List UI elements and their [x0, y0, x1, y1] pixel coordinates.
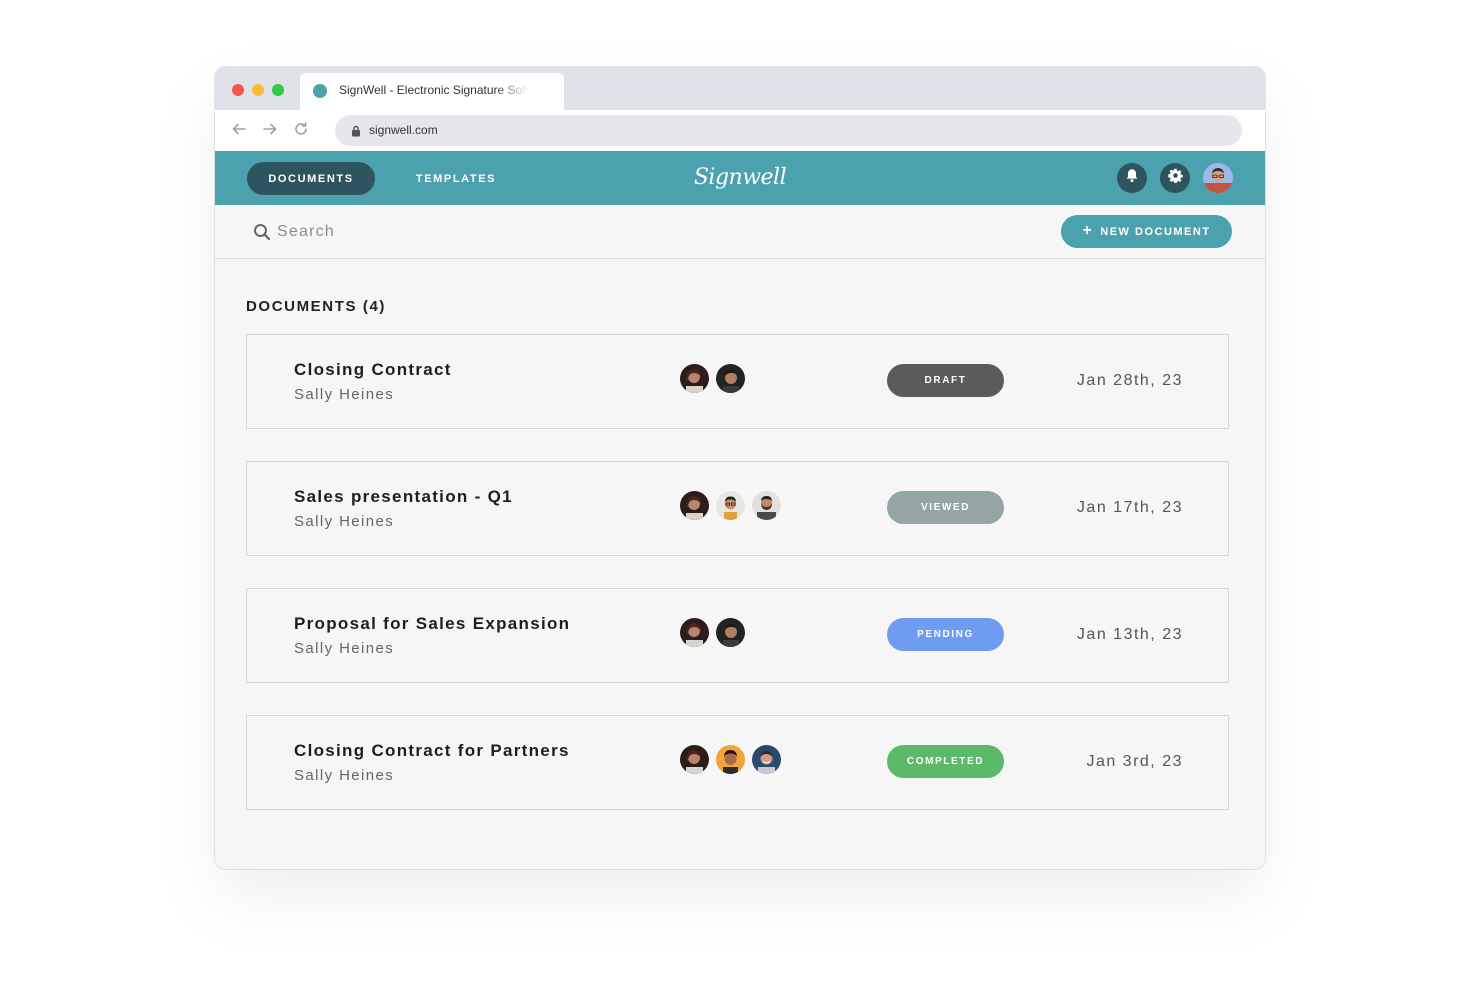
- signer-avatar: [680, 618, 709, 647]
- nav-templates-button[interactable]: TEMPLATES: [401, 162, 511, 195]
- tab-strip: SignWell - Electronic Signature Software: [215, 67, 1265, 110]
- reload-icon[interactable]: [290, 118, 312, 140]
- signwell-logo[interactable]: Signwell: [690, 160, 790, 194]
- signer-avatar: [716, 618, 745, 647]
- document-owner: Sally Heines: [294, 767, 395, 784]
- signer-avatar: [680, 745, 709, 774]
- forward-arrow-icon[interactable]: [259, 118, 281, 140]
- close-window-button[interactable]: [232, 84, 244, 96]
- favicon-icon: [313, 84, 327, 98]
- notifications-button[interactable]: [1117, 163, 1147, 193]
- address-bar: signwell.com: [215, 110, 1265, 151]
- signer-avatar: [680, 364, 709, 393]
- document-name: Closing Contract: [294, 360, 452, 379]
- url-text: signwell.com: [369, 123, 438, 137]
- gear-icon: [1167, 168, 1183, 188]
- signer-avatar: [752, 745, 781, 774]
- back-arrow-icon[interactable]: [228, 118, 250, 140]
- new-document-label: NEW DOCUMENT: [1100, 225, 1211, 238]
- lock-icon: [351, 124, 361, 142]
- status-badge: DRAFT: [887, 364, 1004, 397]
- bell-icon: [1125, 168, 1139, 188]
- documents-heading: DOCUMENTS (4): [246, 298, 386, 315]
- document-row[interactable]: Sales presentation - Q1 Sally Heines VIE…: [246, 461, 1229, 556]
- document-owner: Sally Heines: [294, 640, 395, 657]
- settings-button[interactable]: [1160, 163, 1190, 193]
- document-owner: Sally Heines: [294, 386, 395, 403]
- url-field[interactable]: signwell.com: [335, 115, 1242, 146]
- document-row[interactable]: Closing Contract for Partners Sally Hein…: [246, 715, 1229, 810]
- tab-title: SignWell - Electronic Signature Software: [339, 83, 529, 97]
- signer-avatar: [716, 364, 745, 393]
- plus-icon: +: [1082, 222, 1094, 239]
- search-input[interactable]: [277, 219, 577, 245]
- document-owner: Sally Heines: [294, 513, 395, 530]
- browser-window: SignWell - Electronic Signature Software…: [215, 67, 1265, 869]
- document-name: Closing Contract for Partners: [294, 741, 570, 760]
- document-date: Jan 28th, 23: [1076, 372, 1183, 389]
- signer-avatar: [752, 491, 781, 520]
- document-name: Sales presentation - Q1: [294, 487, 513, 506]
- minimize-window-button[interactable]: [252, 84, 264, 96]
- browser-tab[interactable]: SignWell - Electronic Signature Software: [300, 73, 564, 110]
- status-badge: VIEWED: [887, 491, 1004, 524]
- new-document-button[interactable]: + NEW DOCUMENT: [1061, 215, 1232, 248]
- document-row[interactable]: Closing Contract Sally Heines DRAFT Jan …: [246, 334, 1229, 429]
- document-date: Jan 3rd, 23: [1086, 753, 1183, 770]
- signer-avatar: [716, 491, 745, 520]
- app-header: DOCUMENTS TEMPLATES Signwell: [215, 151, 1265, 205]
- document-row[interactable]: Proposal for Sales Expansion Sally Heine…: [246, 588, 1229, 683]
- signer-avatar: [680, 491, 709, 520]
- signer-avatar: [716, 745, 745, 774]
- documents-heading-title: DOCUMENTS: [246, 298, 358, 315]
- search-toolbar: + NEW DOCUMENT: [215, 205, 1265, 259]
- nav-documents-button[interactable]: DOCUMENTS: [247, 162, 375, 195]
- search-icon: [253, 223, 271, 246]
- user-avatar[interactable]: [1203, 163, 1233, 193]
- maximize-window-button[interactable]: [272, 84, 284, 96]
- document-name: Proposal for Sales Expansion: [294, 614, 571, 633]
- documents-count: (4): [362, 298, 386, 315]
- document-date: Jan 17th, 23: [1076, 499, 1183, 516]
- document-date: Jan 13th, 23: [1076, 626, 1183, 643]
- status-badge: PENDING: [887, 618, 1004, 651]
- status-badge: COMPLETED: [887, 745, 1004, 778]
